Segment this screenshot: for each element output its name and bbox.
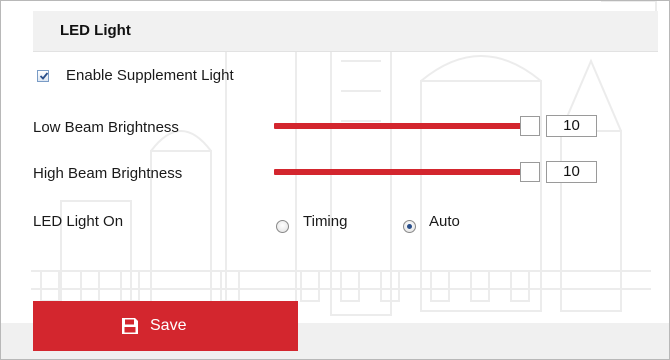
- high-beam-brightness-label: High Beam Brightness: [33, 165, 183, 182]
- checkmark-icon: [39, 72, 49, 80]
- low-beam-slider-thumb[interactable]: [520, 116, 540, 136]
- low-beam-value-input[interactable]: 10: [546, 115, 597, 137]
- high-beam-value-input[interactable]: 10: [546, 161, 597, 183]
- high-beam-slider-track[interactable]: [274, 169, 521, 175]
- save-button-label: Save: [150, 317, 187, 334]
- panel-header: LED Light: [33, 11, 658, 52]
- floppy-disk-icon: [122, 318, 138, 334]
- auto-radio[interactable]: [403, 220, 416, 233]
- enable-supplement-light-label: Enable Supplement Light: [66, 67, 234, 84]
- low-beam-slider-track[interactable]: [274, 123, 521, 129]
- high-beam-slider-thumb[interactable]: [520, 162, 540, 182]
- timing-radio[interactable]: [276, 220, 289, 233]
- low-beam-brightness-label: Low Beam Brightness: [33, 119, 179, 136]
- save-button[interactable]: Save: [33, 301, 298, 351]
- enable-supplement-light-checkbox[interactable]: [37, 70, 49, 82]
- panel-title: LED Light: [60, 22, 131, 39]
- timing-option-label[interactable]: Timing: [303, 213, 347, 230]
- led-light-panel: LED Light Enable Supplement Light Low Be…: [0, 0, 670, 360]
- auto-option-label[interactable]: Auto: [429, 213, 460, 230]
- led-light-on-label: LED Light On: [33, 213, 124, 230]
